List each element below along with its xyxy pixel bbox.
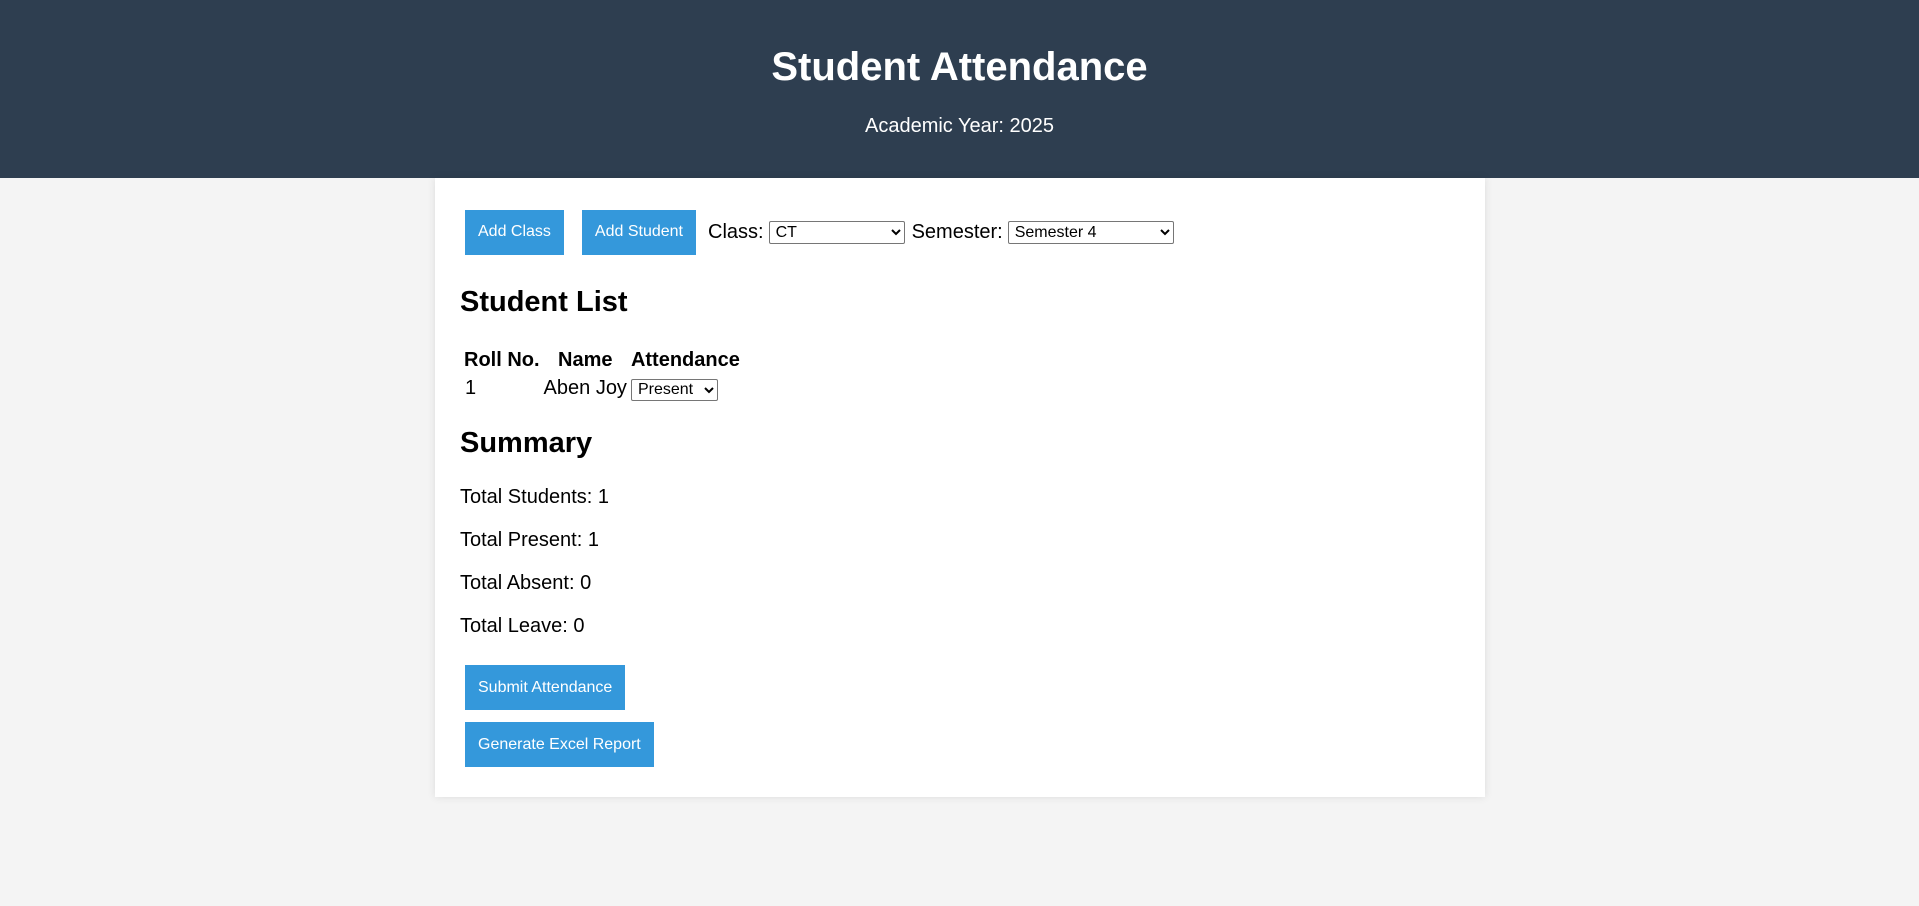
total-students: Total Students: 1 — [460, 486, 609, 508]
add-student-button[interactable]: Add Student — [581, 209, 696, 255]
student-table: Roll No. Name Attendance 1 Aben Joy Pres… — [460, 345, 744, 403]
cell-name: Aben Joy — [543, 377, 627, 399]
semester-label: Semester: — [911, 220, 1003, 243]
cell-attendance: Present — [630, 375, 740, 401]
table-header-row: Roll No. Name Attendance — [464, 347, 740, 373]
attendance-select[interactable]: Present — [630, 378, 718, 401]
column-header-attendance: Attendance — [630, 349, 740, 371]
student-list-title: Student List — [460, 286, 628, 318]
submit-attendance-button[interactable]: Submit Attendance — [465, 665, 626, 710]
page-title: Student Attendance — [771, 45, 1148, 89]
column-header-roll: Roll No. — [464, 349, 540, 371]
table-row: 1 Aben Joy Present — [464, 375, 740, 401]
class-select[interactable]: CT — [768, 220, 905, 244]
page-header: Student Attendance Academic Year: 2025 — [0, 0, 1919, 178]
toolbar: Add Class Add Student Class: CT Semester… — [460, 209, 1174, 255]
cell-roll: 1 — [465, 377, 477, 399]
total-present: Total Present: 1 — [460, 529, 599, 551]
total-absent: Total Absent: 0 — [460, 572, 592, 594]
generate-excel-report-button[interactable]: Generate Excel Report — [465, 722, 654, 767]
attendance-card: Add Class Add Student Class: CT Semester… — [435, 178, 1485, 797]
semester-select[interactable]: Semester 4 — [1007, 220, 1174, 244]
academic-year: Academic Year: 2025 — [864, 115, 1055, 137]
total-leave: Total Leave: 0 — [460, 615, 585, 637]
class-label: Class: — [708, 220, 764, 243]
summary-title: Summary — [460, 427, 593, 459]
column-header-name: Name — [558, 349, 613, 371]
add-class-button[interactable]: Add Class — [465, 209, 564, 255]
